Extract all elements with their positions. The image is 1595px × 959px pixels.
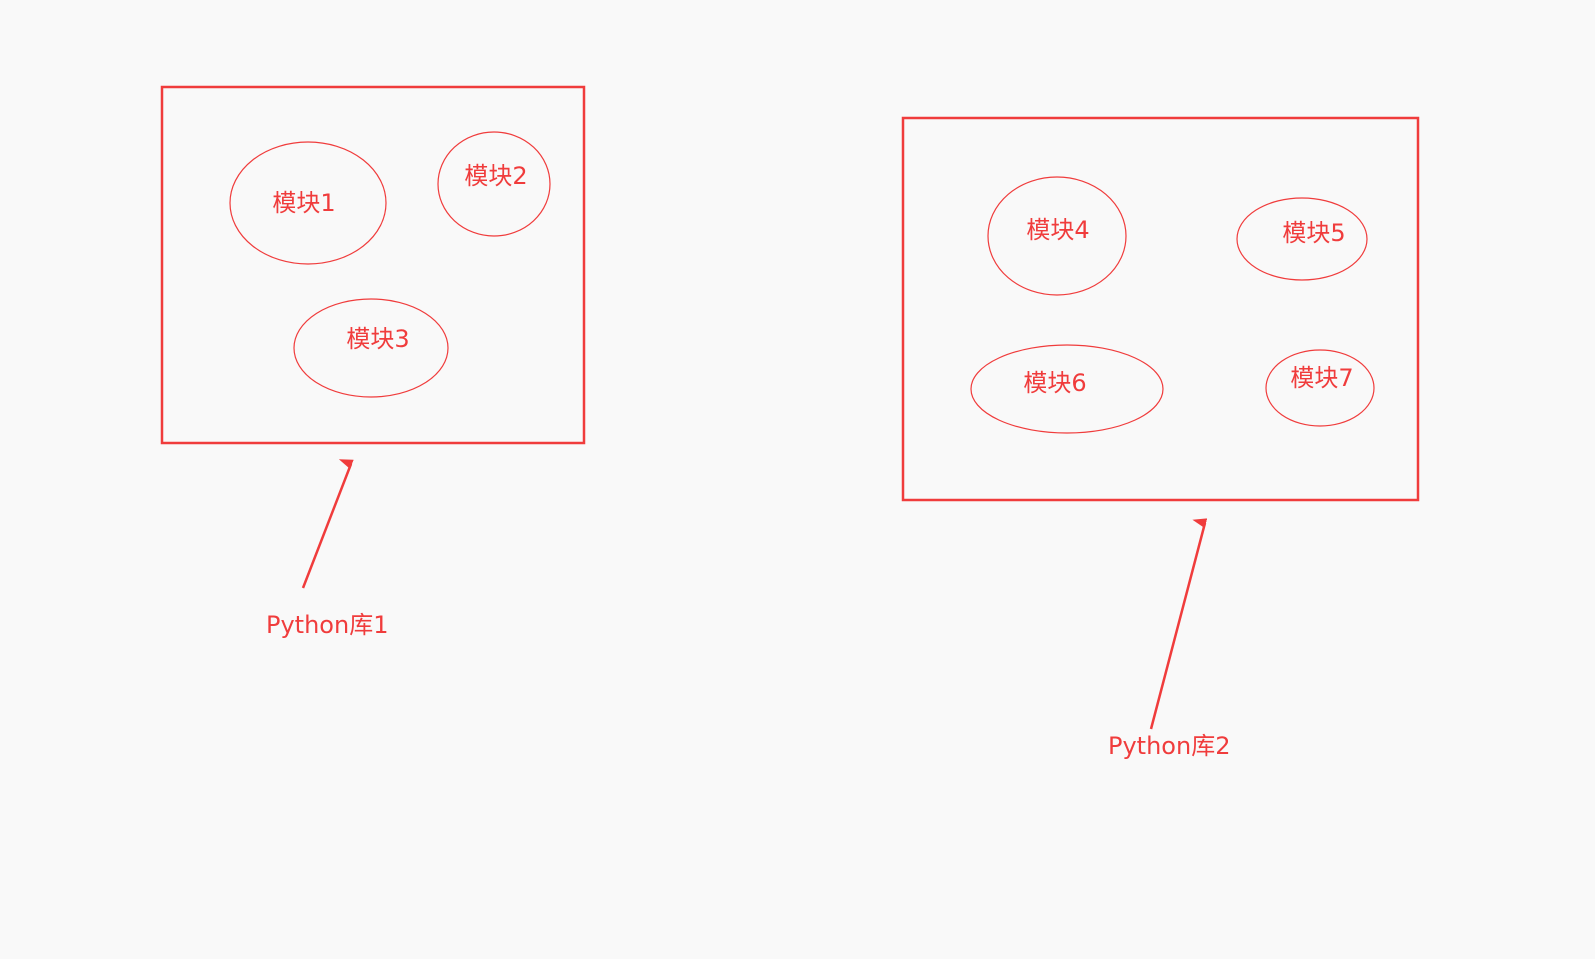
library-2-group: 模块4 模块5 模块6 模块7 Python库2 (901, 116, 1420, 760)
library-1-box (160, 85, 586, 445)
module-3-label: 模块3 (346, 325, 409, 353)
diagram-canvas: 模块1 模块2 模块3 Python库1 模块4 模块5 模块6 模块7 Pyt… (160, 85, 1420, 760)
module-4-label: 模块4 (1026, 216, 1089, 244)
library-1-label: Python库1 (266, 611, 388, 639)
library-1-group: 模块1 模块2 模块3 Python库1 (160, 85, 586, 639)
module-5-label: 模块5 (1282, 219, 1345, 247)
module-1-label: 模块1 (272, 189, 335, 217)
module-7-label: 模块7 (1290, 364, 1353, 392)
library-2-label: Python库2 (1108, 732, 1230, 760)
library-2-arrow (1149, 518, 1208, 730)
module-2-label: 模块2 (464, 162, 527, 190)
library-2-box (901, 116, 1420, 502)
module-6-label: 模块6 (1023, 369, 1086, 397)
library-1-arrow (301, 459, 354, 589)
